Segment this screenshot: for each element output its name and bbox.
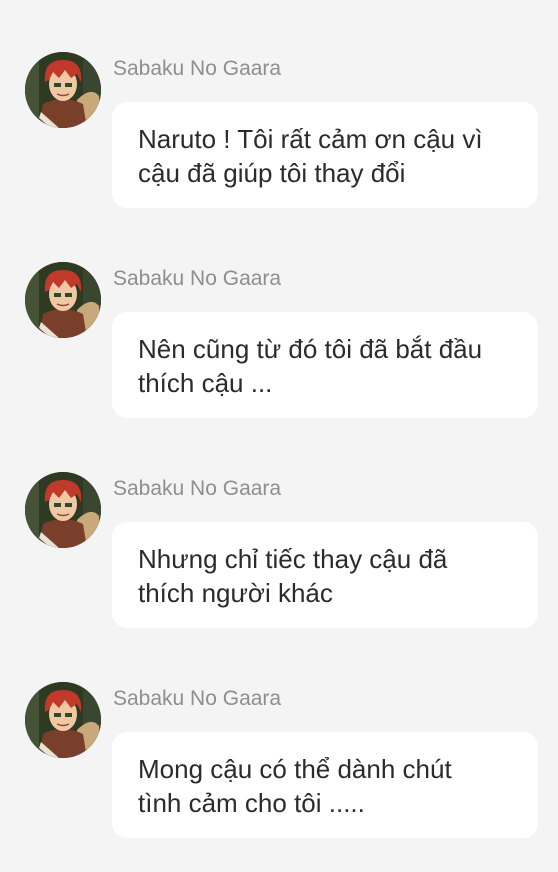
gaara-avatar-icon[interactable] [25, 52, 101, 128]
gaara-avatar-icon[interactable] [25, 262, 101, 338]
message-bubble[interactable]: Naruto ! Tôi rất cảm ơn cậu vì cậu đã gi… [112, 102, 538, 208]
message-bubble[interactable]: Nhưng chỉ tiếc thay cậu đã thích người k… [112, 522, 538, 628]
chat-message-list: Sabaku No Gaara Naruto ! Tôi rất cảm ơn … [0, 0, 558, 872]
chat-message: Sabaku No Gaara Nên cũng từ đó tôi đã bắ… [0, 262, 558, 432]
message-bubble[interactable]: Mong cậu có thể dành chút tình cảm cho t… [112, 732, 538, 838]
gaara-avatar-icon[interactable] [25, 472, 101, 548]
chat-message: Sabaku No Gaara Nhưng chỉ tiếc thay cậu … [0, 472, 558, 642]
sender-name: Sabaku No Gaara [113, 267, 282, 290]
sender-name: Sabaku No Gaara [113, 687, 282, 710]
chat-message: Sabaku No Gaara Naruto ! Tôi rất cảm ơn … [0, 52, 558, 222]
message-bubble[interactable]: Nên cũng từ đó tôi đã bắt đầu thích cậu … [112, 312, 538, 418]
gaara-avatar-icon[interactable] [25, 682, 101, 758]
chat-message: Sabaku No Gaara Mong cậu có thể dành chú… [0, 682, 558, 852]
sender-name: Sabaku No Gaara [113, 57, 282, 80]
sender-name: Sabaku No Gaara [113, 477, 282, 500]
